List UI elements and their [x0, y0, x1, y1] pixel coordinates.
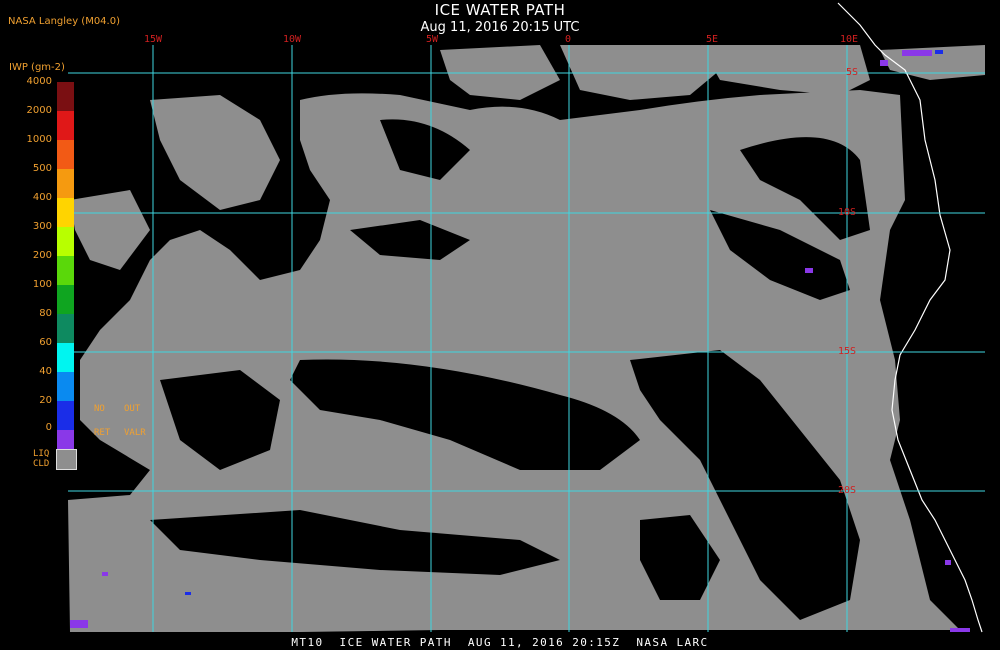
legend-liq-label: LIQ	[33, 449, 50, 459]
legend-ret-label: RET	[94, 428, 111, 438]
legend-value: 400	[32, 192, 52, 203]
legend-value: 20	[39, 395, 52, 406]
legend-swatch	[57, 314, 74, 343]
legend-value: 1000	[26, 134, 52, 145]
legend-swatch	[57, 82, 74, 111]
legend-value: 60	[39, 337, 52, 348]
legend-swatch	[57, 169, 74, 198]
legend-value: 200	[32, 250, 52, 261]
legend-value: 100	[32, 279, 52, 290]
legend-swatch	[57, 227, 74, 256]
legend-swatch	[57, 256, 74, 285]
lon-label-10w: 10W	[283, 34, 302, 45]
legend-value: 300	[32, 221, 52, 232]
legend-value: 2000	[26, 105, 52, 116]
lon-label-0: 0	[565, 34, 572, 45]
legend-swatch	[57, 111, 74, 140]
legend-swatch	[57, 285, 74, 314]
lon-label-5w: 5W	[426, 34, 439, 45]
legend-swatch	[57, 198, 74, 227]
legend-swatch	[57, 401, 74, 430]
lon-label-10e: 10E	[840, 34, 859, 45]
legend-swatch	[57, 140, 74, 169]
legend-cld-label: CLD	[33, 459, 50, 469]
color-legend: IWP (gm-2) 4000 2000 1000 500 400 300 20…	[0, 0, 160, 480]
lat-label-10s: 10S	[838, 207, 857, 218]
legend-valr-label: VALR	[124, 428, 146, 438]
legend-swatch	[57, 372, 74, 401]
legend-value: 4000	[26, 76, 52, 87]
legend-value: 0	[45, 422, 52, 433]
status-footer: MT10 ICE WATER PATH AUG 11, 2016 20:15Z …	[291, 636, 709, 649]
legend-swatch	[57, 343, 74, 372]
legend-value: 40	[39, 366, 52, 377]
legend-liquid-cloud-swatch	[56, 449, 77, 470]
legend-value: 80	[39, 308, 52, 319]
lat-label-15s: 15S	[838, 346, 857, 357]
legend-no-label: NO	[94, 404, 105, 414]
legend-units-label: IWP (gm-2)	[9, 62, 65, 73]
legend-out-label: OUT	[124, 404, 141, 414]
lat-label-20s: 20S	[838, 485, 857, 496]
lon-label-5e: 5E	[706, 34, 719, 45]
lat-label-5s: 5S	[846, 67, 859, 78]
legend-value: 500	[32, 163, 52, 174]
